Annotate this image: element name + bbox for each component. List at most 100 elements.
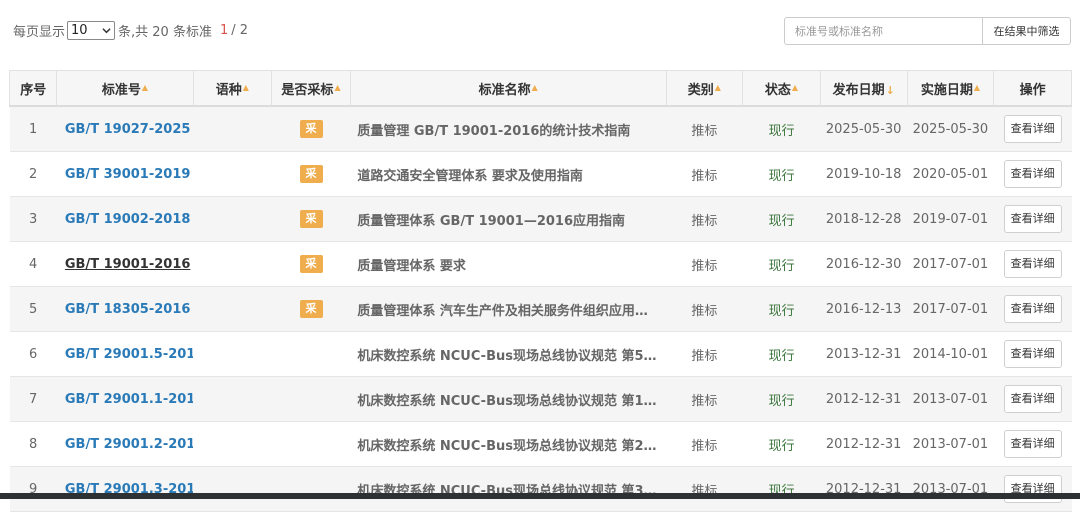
action-cell: 查看详细 (993, 151, 1072, 197)
row-index: 2 (9, 151, 57, 197)
chevron-down-icon (102, 28, 111, 34)
total-pages: / 2 (231, 23, 249, 38)
adopted-badge: 采 (299, 165, 323, 183)
language-cell (193, 241, 272, 287)
col-name-header[interactable]: 标准名称▲ (349, 70, 667, 107)
adopted-cell: 采 (271, 196, 351, 242)
standard-code-link[interactable]: GB/T 29001.5-2013 (65, 347, 193, 362)
standard-name: 质量管理体系 要求 (350, 241, 667, 287)
action-cell: 查看详细 (993, 196, 1072, 242)
impl-date-cell: 2025-05-30 (907, 106, 994, 152)
action-cell: 查看详细 (993, 376, 1072, 422)
col-category-header[interactable]: 类别▲ (665, 70, 744, 107)
col-action-header: 操作 (993, 70, 1072, 107)
standard-name: 质量管理体系 汽车生产件及相关服务件组织应用… (350, 286, 667, 332)
view-detail-button[interactable]: 查看详细 (1003, 385, 1062, 413)
adopted-cell (271, 376, 351, 422)
standard-name: 机床数控系统 NCUC-Bus现场总线协议规范 第1… (350, 376, 667, 422)
language-cell (193, 421, 272, 467)
standard-code-link[interactable]: GB/T 18305-2016 (65, 302, 191, 317)
view-detail-button[interactable]: 查看详细 (1003, 205, 1062, 233)
language-cell (193, 151, 272, 197)
standard-name: 道路交通安全管理体系 要求及使用指南 (350, 151, 667, 197)
view-detail-button[interactable]: 查看详细 (1003, 340, 1062, 368)
adopted-cell (271, 331, 351, 377)
standard-code-link[interactable]: GB/T 29001.2-2012 (65, 437, 193, 452)
col-status-header[interactable]: 状态▲ (742, 70, 821, 107)
impl-date-cell: 2020-05-01 (907, 151, 994, 197)
impl-date-cell: 2017-07-01 (907, 241, 994, 287)
per-page-value: 10 (71, 23, 88, 38)
col-adopted-header[interactable]: 是否采标▲ (271, 70, 351, 107)
language-cell (193, 286, 272, 332)
view-detail-button[interactable]: 查看详细 (1003, 430, 1062, 458)
publish-date-cell: 2012-12-31 (820, 376, 908, 422)
action-cell: 查看详细 (993, 331, 1072, 377)
publish-date-cell: 2016-12-13 (820, 286, 908, 332)
standard-code-link[interactable]: GB/T 29001.1-2012 (65, 392, 193, 407)
search-input[interactable] (784, 17, 982, 45)
code-cell: GB/T 19002-2018 (56, 196, 194, 242)
code-cell: GB/T 19027-2025 (56, 106, 194, 152)
action-cell: 查看详细 (993, 286, 1072, 332)
adopted-cell (271, 466, 351, 512)
standard-code-link[interactable]: GB/T 19027-2025 (65, 122, 191, 137)
code-cell: GB/T 29001.2-2012 (56, 421, 194, 467)
category-cell: 推标 (666, 376, 743, 422)
status-cell: 现行 (742, 106, 821, 152)
adopted-badge: 采 (299, 120, 323, 138)
table-row: 8 GB/T 29001.2-2012 机床数控系统 NCUC-Bus现场总线协议规… (9, 421, 1072, 467)
row-index: 8 (9, 421, 57, 467)
category-cell: 推标 (666, 466, 743, 512)
per-page-suffix: 条,共 20 条标准 (118, 25, 212, 40)
standard-name: 质量管理体系 GB/T 19001—2016应用指南 (350, 196, 667, 242)
standard-name: 机床数控系统 NCUC-Bus现场总线协议规范 第3… (350, 466, 667, 512)
impl-date-cell: 2019-07-01 (907, 196, 994, 242)
view-detail-button[interactable]: 查看详细 (1003, 115, 1062, 143)
row-index: 1 (9, 106, 57, 152)
status-cell: 现行 (742, 331, 821, 377)
row-index: 7 (9, 376, 57, 422)
filter-button[interactable]: 在结果中筛选 (982, 17, 1071, 45)
col-language-header[interactable]: 语种▲ (192, 70, 273, 107)
col-publish-date-header[interactable]: 发布日期↓ (819, 70, 908, 107)
sort-desc-icon: ↓ (885, 83, 895, 97)
table-row: 5 GB/T 18305-2016 采 质量管理体系 汽车生产件及相关服务件组织应用…… (9, 286, 1072, 332)
standard-code-link[interactable]: GB/T 19001-2016 (65, 257, 191, 272)
sort-asc-icon: ▲ (242, 82, 249, 92)
category-cell: 推标 (666, 421, 743, 467)
adopted-cell: 采 (271, 151, 351, 197)
view-detail-button[interactable]: 查看详细 (1003, 250, 1062, 278)
adopted-badge: 采 (299, 300, 323, 318)
table-row: 6 GB/T 29001.5-2013 机床数控系统 NCUC-Bus现场总线协议规… (9, 331, 1072, 377)
row-index: 3 (9, 196, 57, 242)
view-detail-button[interactable]: 查看详细 (1003, 295, 1062, 323)
standard-name: 机床数控系统 NCUC-Bus现场总线协议规范 第2… (350, 421, 667, 467)
category-cell: 推标 (666, 286, 743, 332)
standard-code-link[interactable]: GB/T 39001-2019 (65, 167, 191, 182)
col-impl-date-header[interactable]: 实施日期▲ (906, 70, 995, 107)
impl-date-cell: 2013-07-01 (907, 466, 994, 512)
sort-asc-icon: ▲ (531, 82, 538, 92)
action-cell: 查看详细 (993, 466, 1072, 512)
status-cell: 现行 (742, 466, 821, 512)
taskbar-strip (0, 493, 1080, 499)
status-cell: 现行 (742, 376, 821, 422)
col-code-header[interactable]: 标准号▲ (56, 70, 194, 107)
view-detail-button[interactable]: 查看详细 (1003, 160, 1062, 188)
search-filter: 在结果中筛选 (784, 17, 1071, 45)
code-cell: GB/T 39001-2019 (56, 151, 194, 197)
row-index: 9 (9, 466, 57, 512)
publish-date-cell: 2012-12-31 (820, 421, 908, 467)
row-index: 4 (9, 241, 57, 287)
adopted-cell: 采 (271, 106, 351, 152)
code-cell: GB/T 29001.1-2012 (56, 376, 194, 422)
per-page-select[interactable]: 10 (67, 21, 116, 40)
category-cell: 推标 (666, 151, 743, 197)
standard-code-link[interactable]: GB/T 19002-2018 (65, 212, 191, 227)
row-index: 5 (9, 286, 57, 332)
action-cell: 查看详细 (993, 241, 1072, 287)
table-row: 2 GB/T 39001-2019 采道路交通安全管理体系 要求及使用指南 推标 现行 2… (9, 151, 1072, 197)
code-cell: GB/T 29001.5-2013 (56, 331, 194, 377)
publish-date-cell: 2025-05-30 (820, 106, 908, 152)
